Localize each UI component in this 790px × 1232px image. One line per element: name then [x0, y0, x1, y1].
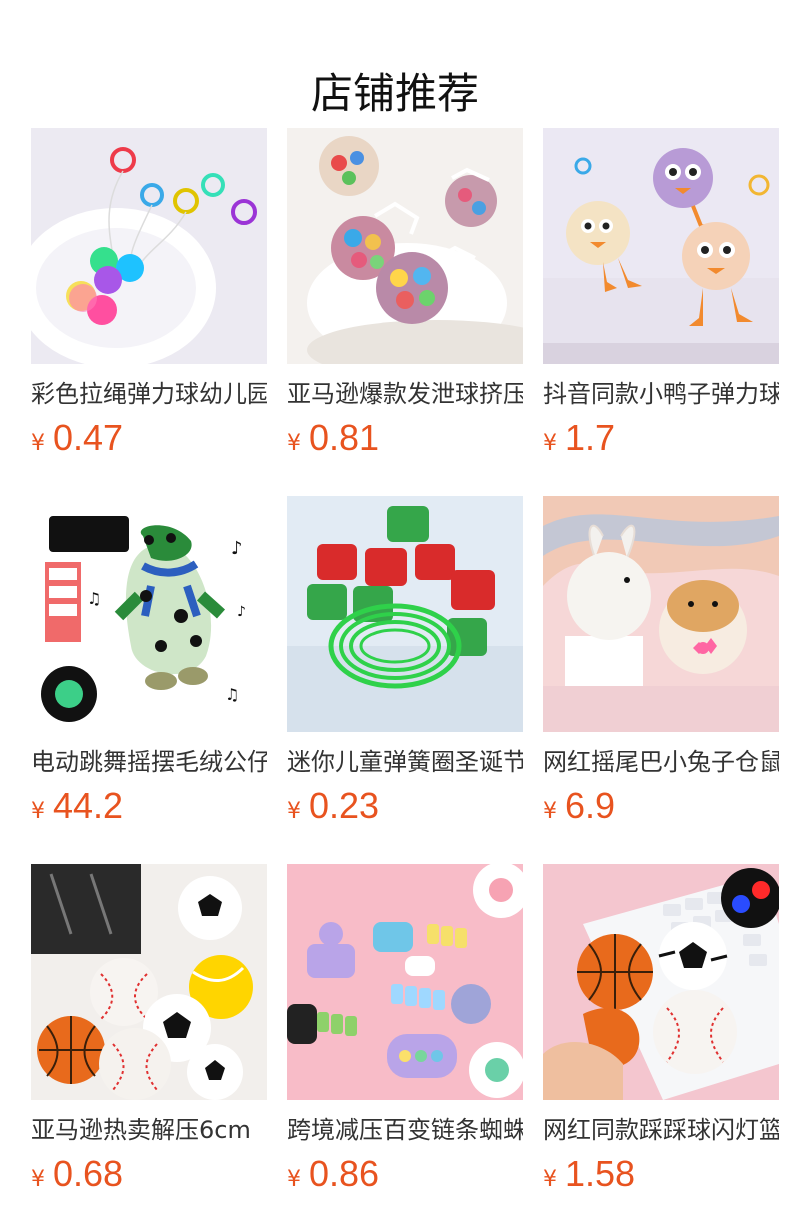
product-name[interactable]: 亚马逊爆款发泄球挤压	[287, 378, 523, 410]
plush-chicks-image	[543, 128, 779, 364]
currency-symbol: ¥	[287, 1167, 301, 1192]
currency-symbol: ¥	[543, 1167, 557, 1192]
product-price: ¥0.23	[287, 784, 523, 828]
product-image[interactable]	[31, 864, 267, 1100]
price-value: 0.47	[53, 417, 124, 458]
product-grid: 彩色拉绳弹力球幼儿园 ¥0.47 亚马逊爆款发泄球挤压 ¥ 0.81 抖音同款小…	[31, 128, 779, 1232]
product-price: ¥0.86	[287, 1152, 523, 1196]
currency-symbol: ¥	[543, 799, 557, 824]
product-name[interactable]: 抖音同款小鸭子弹力球	[543, 378, 779, 410]
product-price: ¥1.7	[543, 416, 779, 460]
section-title: 店铺推荐	[310, 69, 479, 119]
currency-symbol: ¥	[31, 1167, 45, 1192]
svg-text:♫: ♫	[225, 685, 239, 704]
product-price: ¥1.58	[543, 1152, 779, 1196]
price-value: 6.9	[565, 785, 616, 826]
product-name[interactable]: 跨境减压百变链条蜘蛛	[287, 1114, 523, 1146]
mesh-balls-image	[287, 128, 523, 364]
dancing-frog-image: ♪ ♫ ♪ ♫	[31, 496, 267, 732]
plush-bunny-image	[543, 496, 779, 732]
product-card[interactable]: 亚马逊爆款发泄球挤压 ¥0.81	[287, 128, 523, 496]
product-price: ¥0.68	[31, 1152, 267, 1196]
currency-symbol: ¥	[31, 799, 45, 824]
price-value: 0.81	[309, 417, 380, 458]
svg-text:♪: ♪	[231, 538, 243, 559]
product-card[interactable]: 彩色拉绳弹力球幼儿园 ¥0.47	[31, 128, 267, 496]
fidget-chain-image	[287, 864, 523, 1100]
price-value: 44.2	[53, 785, 124, 826]
currency-symbol: ¥	[287, 799, 301, 824]
product-price: ¥0.81	[287, 416, 523, 460]
product-name[interactable]: 彩色拉绳弹力球幼儿园	[31, 378, 267, 410]
product-price: ¥44.2	[31, 784, 267, 828]
product-card[interactable]: 迷你儿童弹簧圈圣诞节 ¥0.23	[287, 496, 523, 864]
product-name[interactable]: 迷你儿童弹簧圈圣诞节	[287, 746, 523, 778]
product-card[interactable]: ♪ ♫ ♪ ♫ 电动跳舞摇摆毛绒公仔 ¥44.2	[31, 496, 267, 864]
product-name[interactable]: 亚马逊热卖解压6cm	[31, 1114, 267, 1146]
product-price: ¥0.47	[31, 416, 267, 460]
currency-symbol: ¥	[31, 431, 45, 456]
price-value: 1.58	[565, 1153, 636, 1194]
product-name[interactable]: 网红同款踩踩球闪灯篮球	[543, 1114, 779, 1146]
product-image[interactable]	[287, 128, 523, 364]
svg-text:♪: ♪	[237, 604, 246, 620]
product-card[interactable]: 亚马逊热卖解压6cm ¥0.68	[31, 864, 267, 1232]
price-value: 0.86	[309, 1153, 380, 1194]
spring-toys-image	[287, 496, 523, 732]
product-image[interactable]	[287, 864, 523, 1100]
product-image[interactable]	[543, 496, 779, 732]
sports-stress-balls-image	[31, 864, 267, 1100]
svg-text:♫: ♫	[87, 589, 101, 608]
price-value: 0.68	[53, 1153, 124, 1194]
product-name[interactable]: 网红摇尾巴小兔子仓鼠	[543, 746, 779, 778]
product-image[interactable]	[543, 128, 779, 364]
light-up-balls-image	[543, 864, 779, 1100]
price-value: 0.23	[309, 785, 380, 826]
currency-symbol: ¥	[287, 431, 301, 456]
product-card[interactable]: 网红摇尾巴小兔子仓鼠 ¥6.9	[543, 496, 779, 864]
product-price: ¥6.9	[543, 784, 779, 828]
product-image[interactable]: ♪ ♫ ♪ ♫	[31, 496, 267, 732]
price-value: 1.7	[565, 417, 616, 458]
product-image[interactable]	[543, 864, 779, 1100]
product-image[interactable]	[31, 128, 267, 364]
product-card[interactable]: 跨境减压百变链条蜘蛛 ¥0.86	[287, 864, 523, 1232]
product-image[interactable]	[287, 496, 523, 732]
bouncy-balls-image	[31, 128, 267, 364]
currency-symbol: ¥	[543, 431, 557, 456]
product-card[interactable]: 网红同款踩踩球闪灯篮球 ¥1.58	[543, 864, 779, 1232]
product-card[interactable]: 抖音同款小鸭子弹力球 ¥1.7	[543, 128, 779, 496]
product-name[interactable]: 电动跳舞摇摆毛绒公仔	[31, 746, 267, 778]
